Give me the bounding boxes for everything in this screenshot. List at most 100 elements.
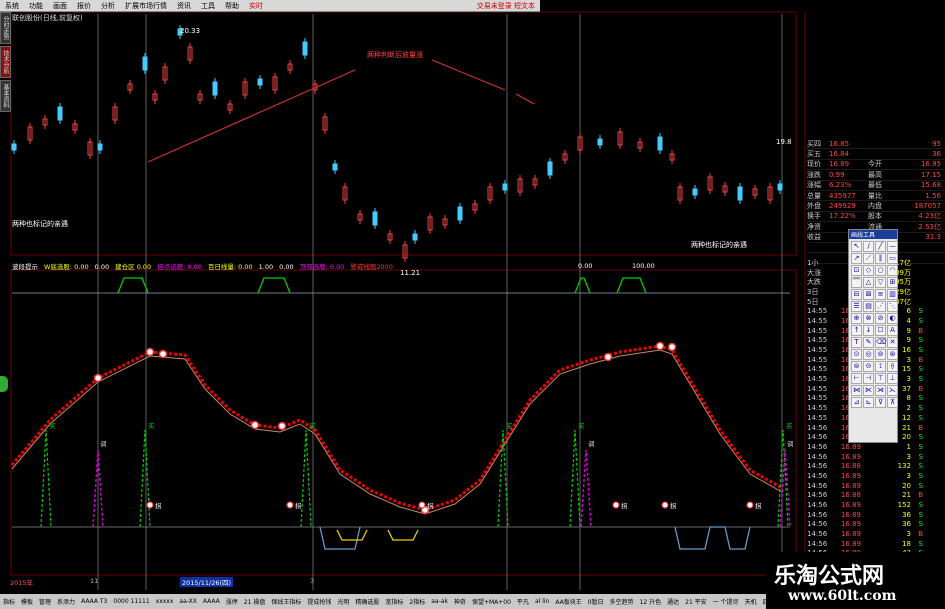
draw-tool-icon[interactable]: T xyxy=(851,337,862,348)
draw-tool-icon[interactable]: ⌫ xyxy=(875,337,886,348)
indicator-tab[interactable]: AA板块王 xyxy=(552,597,584,606)
indicator-tab[interactable]: 0000 11111 xyxy=(110,598,152,605)
indicator-tab[interactable]: 通达 xyxy=(664,597,682,606)
draw-tool-icon[interactable]: ⌒ xyxy=(851,277,862,288)
draw-tool-icon[interactable]: ▥ xyxy=(887,289,898,300)
draw-tool-icon[interactable]: ⊛ xyxy=(887,349,898,360)
menu-item[interactable]: 系统 xyxy=(0,1,24,11)
indicator-tab[interactable]: 模板 xyxy=(18,597,36,606)
draw-tool-icon[interactable]: ⊼ xyxy=(887,397,898,408)
menu-item[interactable]: 帮助 xyxy=(220,1,244,11)
draw-tool-icon[interactable]: ⊠ xyxy=(863,289,874,300)
draw-tool-icon[interactable]: ◇ xyxy=(863,265,874,276)
menu-item[interactable]: 功能 xyxy=(24,1,48,11)
draw-tool-icon[interactable]: ✕ xyxy=(887,337,898,348)
draw-tool-icon[interactable]: ⊘ xyxy=(875,313,886,324)
drawing-tools-panel[interactable]: 画线工具 ↖ / ╱ — ↗ ⟋ ∥ ▭ ⊡ ◇ ○ ◠ ⌒ △ ▽ ⊞ ⊟ ⊠ ≡ ▥ ☰ ▤ ⋰ ⋱ ⊕ ⊗ ⊘ ◐ ↑ ↓ ☐ A T ✎ ⌫… xyxy=(848,229,898,443)
indicator-tab[interactable]: 管理 xyxy=(36,597,54,606)
indicator-tab[interactable]: 平凡 xyxy=(514,597,532,606)
draw-tool-icon[interactable]: ↑ xyxy=(851,325,862,336)
draw-tool-icon[interactable]: ▽ xyxy=(875,277,886,288)
indicator-tab[interactable]: 天机 xyxy=(742,597,760,606)
indicator-tab[interactable]: 光明 xyxy=(334,597,352,606)
indicator-tab[interactable]: 21 平安 xyxy=(682,597,710,606)
draw-tool-icon[interactable]: ○ xyxy=(875,265,886,276)
draw-tool-icon[interactable]: — xyxy=(887,241,898,252)
draw-tool-icon[interactable]: ⟟ xyxy=(875,361,886,372)
draw-tool-icon[interactable]: ⊟ xyxy=(851,289,862,300)
vtab-2[interactable]: 基本资料 xyxy=(0,80,11,112)
indicator-tab[interactable]: aa-XX xyxy=(176,598,199,605)
indicator-tab[interactable]: AAAA xyxy=(200,598,223,605)
draw-tool-icon[interactable]: ⋉ xyxy=(863,385,874,396)
draw-tool-icon[interactable]: ⊙ xyxy=(851,349,862,360)
draw-tool-icon[interactable]: ▭ xyxy=(887,253,898,264)
draw-tool-icon[interactable]: ⋊ xyxy=(875,385,886,396)
draw-tool-icon[interactable]: ⊝ xyxy=(863,361,874,372)
draw-tool-icon[interactable]: ≡ xyxy=(875,289,886,300)
draw-tool-icon[interactable]: ⊗ xyxy=(863,313,874,324)
draw-tool-icon[interactable]: ⊞ xyxy=(887,277,898,288)
indicator-tab[interactable]: 涨停 xyxy=(223,597,241,606)
indicator-tab[interactable]: 保望+MA+00 xyxy=(469,597,514,606)
draw-tool-icon[interactable]: ⊽ xyxy=(875,397,886,408)
draw-tool-icon[interactable]: ↖ xyxy=(851,241,862,252)
login-status[interactable]: 交易未登录 短文本 xyxy=(472,1,540,11)
draw-tool-icon[interactable]: A xyxy=(887,325,898,336)
draw-tool-icon[interactable]: ↓ xyxy=(863,325,874,336)
indicator-tab[interactable]: 神奇 xyxy=(451,597,469,606)
indicator-tab[interactable]: 提成抢钱 xyxy=(304,597,334,606)
draw-tool-icon[interactable]: ⊾ xyxy=(863,397,874,408)
draw-tool-icon[interactable]: ✎ xyxy=(863,337,874,348)
draw-tool-icon[interactable]: ◐ xyxy=(887,313,898,324)
main-chart-canvas[interactable]: 20.3311.2119.8两种判断后放量涨两种也标记的亲遇两种也标记的亲遇0.… xyxy=(0,0,945,609)
indicator-tab[interactable]: 系添力 xyxy=(54,597,78,606)
indicator-tab[interactable]: 精确选股 xyxy=(352,597,382,606)
indicator-tab[interactable]: 多空趋势 xyxy=(607,597,637,606)
draw-tool-icon[interactable]: ⟋ xyxy=(863,253,874,264)
draw-tool-icon[interactable]: ∥ xyxy=(875,253,886,264)
draw-tool-icon[interactable]: ⊣ xyxy=(863,373,874,384)
menu-item[interactable]: 工具 xyxy=(196,1,220,11)
indicator-tab[interactable]: al lin xyxy=(532,598,552,605)
menu-item[interactable]: 扩展市场行情 xyxy=(120,1,172,11)
indicator-tab[interactable]: 12 升色 xyxy=(637,597,665,606)
indicator-tab[interactable]: 0暂日 xyxy=(585,597,607,606)
draw-tool-icon[interactable]: ⋈ xyxy=(851,385,862,396)
indicator-tab[interactable]: 保线王指标 xyxy=(268,597,304,606)
draw-tool-icon[interactable]: ☐ xyxy=(875,325,886,336)
menu-item[interactable]: 报价 xyxy=(72,1,96,11)
side-handle[interactable] xyxy=(0,376,8,392)
menu-item[interactable]: 资讯 xyxy=(172,1,196,11)
draw-tool-icon[interactable]: ⊜ xyxy=(851,361,862,372)
indicator-tab[interactable]: aa-ak xyxy=(428,598,451,605)
draw-tool-icon[interactable]: ╱ xyxy=(875,241,886,252)
draw-tool-icon[interactable]: ⊢ xyxy=(851,373,862,384)
draw-tool-icon[interactable]: ↗ xyxy=(851,253,862,264)
draw-tool-icon[interactable]: ☰ xyxy=(851,301,862,312)
draw-tool-icon[interactable]: △ xyxy=(863,277,874,288)
draw-tool-icon[interactable]: ⊥ xyxy=(887,373,898,384)
draw-tool-icon[interactable]: ⊚ xyxy=(875,349,886,360)
draw-tool-icon[interactable]: ⟠ xyxy=(887,361,898,372)
draw-tool-icon[interactable]: ⊕ xyxy=(851,313,862,324)
indicator-tab[interactable]: 宽指标 xyxy=(382,597,406,606)
draw-tool-icon[interactable]: ⊡ xyxy=(851,265,862,276)
draw-tool-icon[interactable]: ⋱ xyxy=(887,301,898,312)
draw-tool-icon[interactable]: / xyxy=(863,241,874,252)
draw-tool-icon[interactable]: ⋋ xyxy=(887,385,898,396)
indicator-tab[interactable]: 一 个提尽 xyxy=(710,597,742,606)
draw-tool-icon[interactable]: ⋰ xyxy=(875,301,886,312)
draw-tool-icon[interactable]: ◠ xyxy=(887,265,898,276)
menu-item[interactable]: 分析 xyxy=(96,1,120,11)
indicator-tab[interactable]: 21 操盘 xyxy=(241,597,269,606)
indicator-tab[interactable]: 2指标 xyxy=(406,597,428,606)
indicator-tab[interactable]: xxxxx xyxy=(153,598,177,605)
draw-tool-icon[interactable]: ⊤ xyxy=(875,373,886,384)
draw-tool-icon[interactable]: ⊿ xyxy=(851,397,862,408)
indicator-tab[interactable]: 指标 xyxy=(0,597,18,606)
menu-item[interactable]: 画面 xyxy=(48,1,72,11)
draw-tool-icon[interactable]: ▤ xyxy=(863,301,874,312)
vtab-1[interactable]: 技术分析 xyxy=(0,46,11,78)
draw-tool-icon[interactable]: ◎ xyxy=(863,349,874,360)
